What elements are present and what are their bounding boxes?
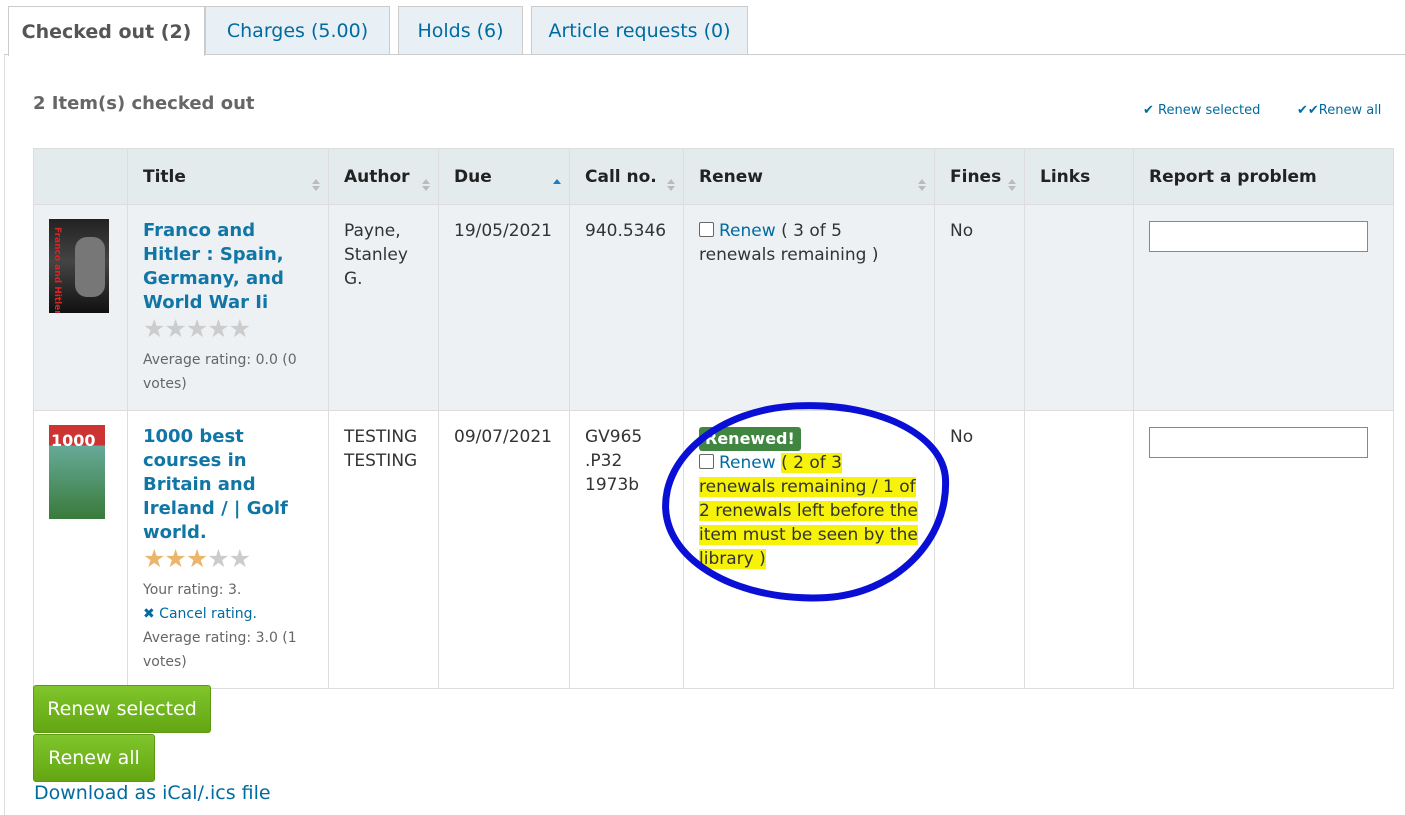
table-row: 1000 1000 best courses in Britain and Ir… [33,410,1394,689]
renew-selected-link[interactable]: ✔ Renew selected [1143,103,1260,118]
header-due[interactable]: Due [438,148,570,205]
sort-icon [422,179,430,193]
header-author[interactable]: Author [328,148,439,205]
header-links: Links [1024,148,1134,205]
renew-all-button[interactable]: Renew all [33,734,155,782]
header-cover [33,148,128,205]
fines-cell: No [934,410,1025,689]
sort-icon [1008,179,1016,193]
sort-icon [918,179,926,193]
title-cell: Franco and Hitler : Spain, Germany, and … [127,204,329,411]
renew-checkbox[interactable] [699,222,714,237]
report-problem-input[interactable] [1149,221,1368,252]
renew-link[interactable]: Renew [719,221,776,241]
rating-stars[interactable]: ★★★★★ [143,316,313,342]
header-report-problem: Report a problem [1133,148,1394,205]
callno-cell: GV965 .P32 1973b [569,410,684,689]
report-problem-cell [1133,410,1394,689]
renew-all-link[interactable]: ✔✔Renew all [1297,103,1381,118]
average-rating: Average rating: 0.0 (0 votes) [143,352,297,392]
renew-link[interactable]: Renew [719,453,776,473]
header-renew[interactable]: Renew [683,148,935,205]
sort-asc-icon [553,179,561,193]
cover-cell: 1000 [33,410,128,689]
checkouts-table: Title Author Due Call no. Renew Fines Li… [33,148,1394,689]
due-cell: 19/05/2021 [438,204,570,411]
your-rating: Your rating: 3. [143,582,242,598]
renew-cell: Renewed! Renew ( 2 of 3 renewals remaini… [683,410,935,689]
author-cell: TESTING TESTING [328,410,439,689]
book-cover-image[interactable]: 1000 [49,425,105,519]
title-link[interactable]: Franco and Hitler : Spain, Germany, and … [143,220,284,313]
tab-article-requests[interactable]: Article requests (0) [531,6,748,54]
average-rating: Average rating: 3.0 (1 votes) [143,630,297,670]
header-title[interactable]: Title [127,148,329,205]
checked-out-heading: 2 Item(s) checked out [33,93,255,114]
sort-icon [667,179,675,193]
renew-selected-button[interactable]: Renew selected [33,685,211,733]
book-cover-image[interactable]: Franco and Hitler [49,219,109,313]
sort-icon [312,179,320,193]
cancel-rating-link[interactable]: ✖ Cancel rating. [143,602,313,626]
author-cell: Payne, Stanley G. [328,204,439,411]
title-link[interactable]: 1000 best courses in Britain and Ireland… [143,426,288,543]
title-cell: 1000 best courses in Britain and Ireland… [127,410,329,689]
renewed-badge: Renewed! [699,427,801,451]
table-row: Franco and Hitler Franco and Hitler : Sp… [33,204,1394,411]
report-problem-input[interactable] [1149,427,1368,458]
tab-charges[interactable]: Charges (5.00) [205,6,390,54]
callno-cell: 940.5346 [569,204,684,411]
fines-cell: No [934,204,1025,411]
links-cell [1024,410,1134,689]
header-callno[interactable]: Call no. [569,148,684,205]
renew-checkbox[interactable] [699,454,714,469]
rating-stars[interactable]: ★★★★★ [143,546,313,572]
links-cell [1024,204,1134,411]
tab-checked-out[interactable]: Checked out (2) [8,6,205,56]
cover-cell: Franco and Hitler [33,204,128,411]
due-cell: 09/07/2021 [438,410,570,689]
header-fines[interactable]: Fines [934,148,1025,205]
report-problem-cell [1133,204,1394,411]
tab-holds[interactable]: Holds (6) [398,6,523,54]
renew-cell: Renew ( 3 of 5 renewals remaining ) [683,204,935,411]
ical-download-link[interactable]: Download as iCal/.ics file [34,782,271,804]
